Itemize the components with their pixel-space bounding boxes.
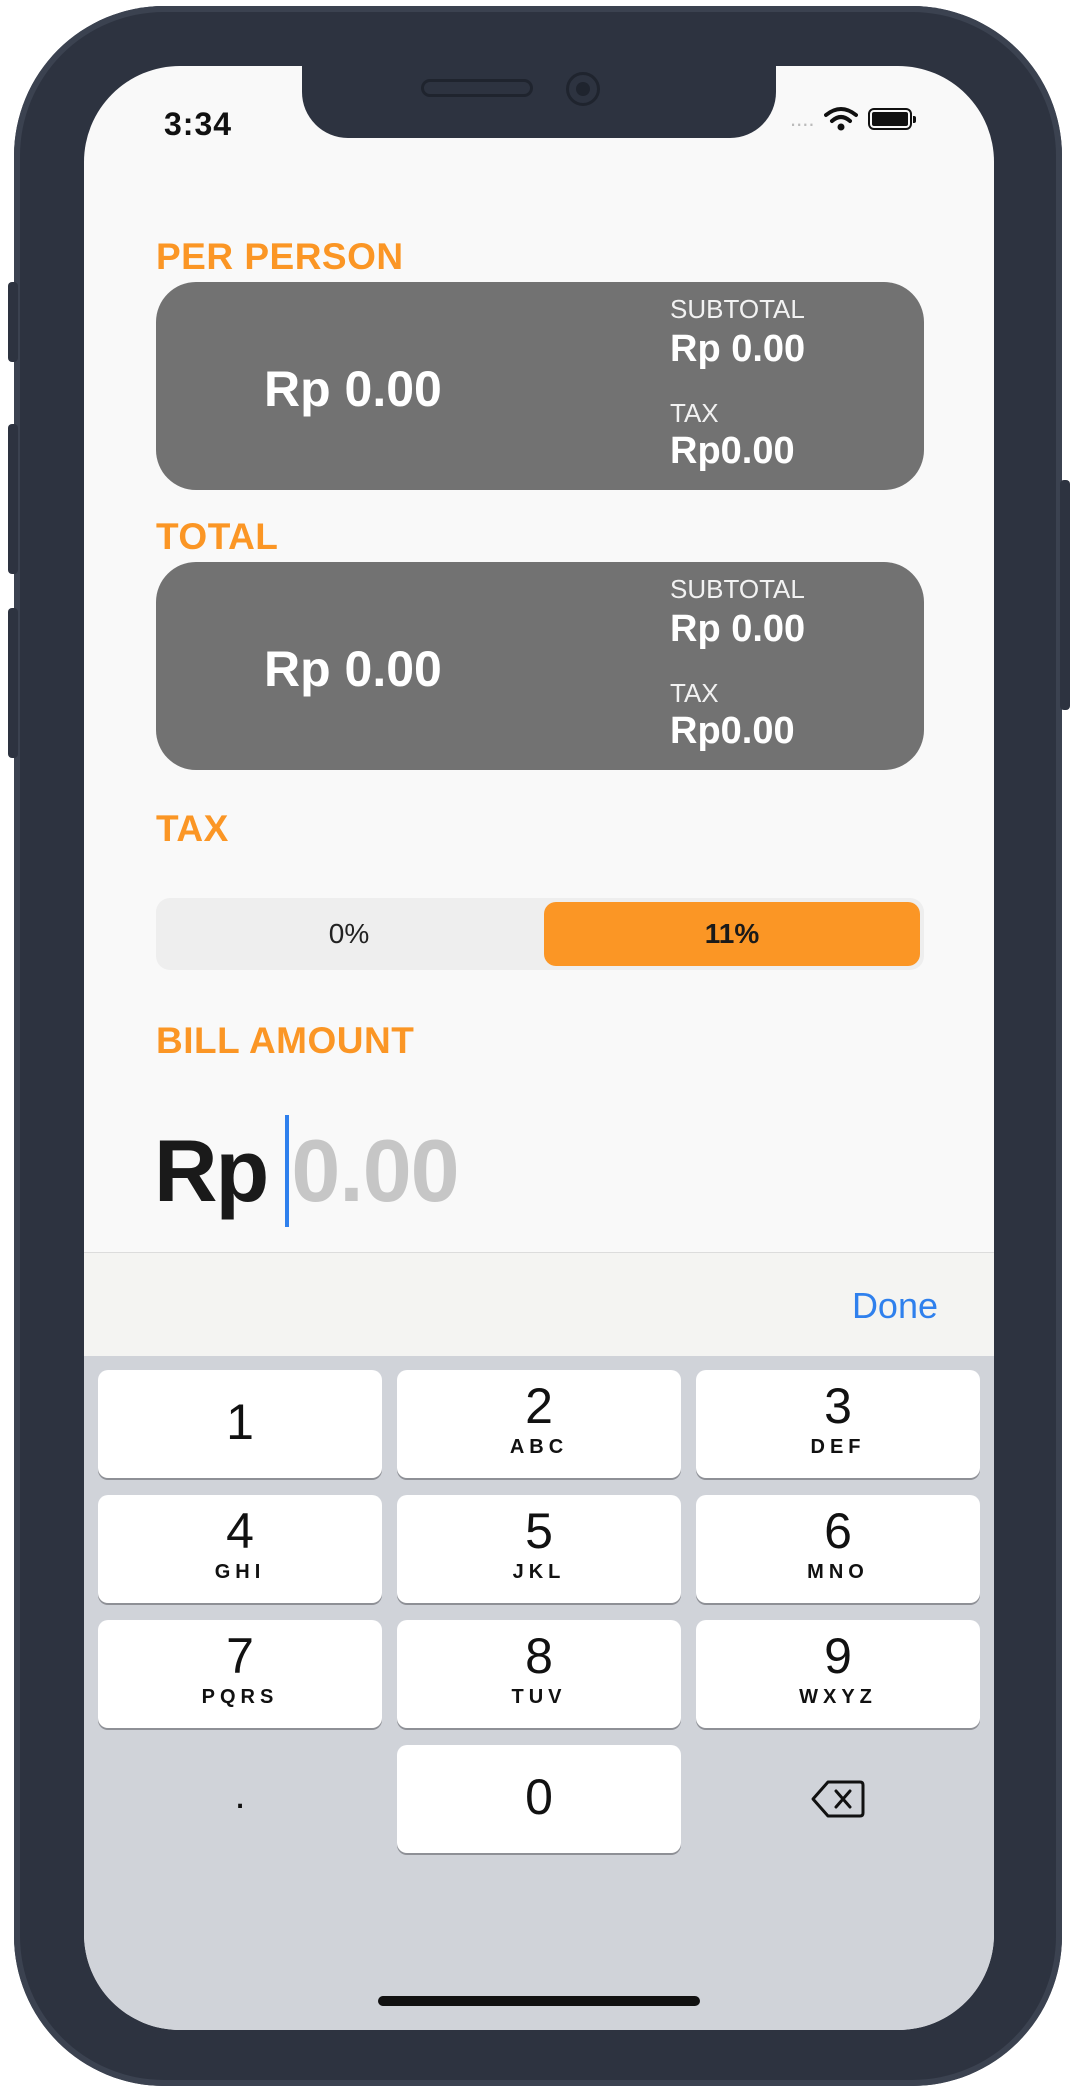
key-digit: 1 bbox=[226, 1394, 254, 1450]
key-0[interactable]: 0 bbox=[397, 1745, 681, 1853]
tax-option-0[interactable]: 0% bbox=[160, 902, 538, 966]
per-person-tax-label: TAX bbox=[670, 398, 719, 428]
per-person-subtotal-label: SUBTOTAL bbox=[670, 294, 805, 324]
bill-amount-input[interactable]: Rp 0.00 bbox=[154, 1115, 460, 1227]
per-person-tax-value: Rp0.00 bbox=[670, 430, 795, 472]
speaker-grille bbox=[421, 79, 533, 97]
total-subtotal-label: SUBTOTAL bbox=[670, 574, 805, 604]
key-7[interactable]: 7 PQRS bbox=[98, 1620, 382, 1728]
number-pad: 1 2 ABC 3 DEF 4 GHI 5 JKL 6 MNO 7 PQRS 8… bbox=[84, 1356, 994, 2030]
volume-down-button bbox=[8, 608, 18, 758]
total-tax-label: TAX bbox=[670, 678, 719, 708]
done-button[interactable]: Done bbox=[852, 1285, 938, 1327]
per-person-label: PER PERSON bbox=[156, 236, 404, 277]
signal-dots: .... bbox=[790, 106, 815, 131]
bill-currency: Rp bbox=[154, 1121, 269, 1220]
bill-amount-label: BILL AMOUNT bbox=[156, 1020, 415, 1061]
per-person-total: Rp 0.00 bbox=[264, 361, 442, 417]
text-cursor bbox=[285, 1115, 290, 1227]
delete-key[interactable] bbox=[696, 1745, 980, 1853]
key-letters: DEF bbox=[810, 1436, 866, 1458]
volume-up-button bbox=[8, 424, 18, 574]
tax-label: TAX bbox=[156, 808, 229, 849]
per-person-subtotal-value: Rp 0.00 bbox=[670, 328, 806, 370]
key-5[interactable]: 5 JKL bbox=[397, 1495, 681, 1603]
decimal-glyph: . bbox=[234, 1773, 246, 1817]
home-indicator[interactable] bbox=[378, 1996, 700, 2006]
key-4[interactable]: 4 GHI bbox=[98, 1495, 382, 1603]
key-letters: PQRS bbox=[201, 1686, 279, 1708]
key-6[interactable]: 6 MNO bbox=[696, 1495, 980, 1603]
key-digit: 6 bbox=[824, 1503, 852, 1559]
key-digit: 3 bbox=[824, 1378, 852, 1434]
key-1[interactable]: 1 bbox=[98, 1370, 382, 1478]
bill-amount-placeholder: 0.00 bbox=[291, 1121, 459, 1220]
key-digit: 7 bbox=[226, 1628, 254, 1684]
key-decimal[interactable]: . bbox=[98, 1745, 382, 1853]
total-card: Rp 0.00 SUBTOTAL Rp 0.00 TAX Rp0.00 bbox=[156, 562, 924, 770]
power-button bbox=[1060, 480, 1070, 710]
camera-icon bbox=[566, 72, 600, 106]
key-2[interactable]: 2 ABC bbox=[397, 1370, 681, 1478]
total-label: TOTAL bbox=[156, 516, 279, 557]
key-letters: JKL bbox=[512, 1561, 566, 1583]
key-9[interactable]: 9 WXYZ bbox=[696, 1620, 980, 1728]
status-indicators: .... bbox=[790, 106, 917, 132]
per-person-card: Rp 0.00 SUBTOTAL Rp 0.00 TAX Rp0.00 bbox=[156, 282, 924, 490]
key-8[interactable]: 8 TUV bbox=[397, 1620, 681, 1728]
total-tax-value: Rp0.00 bbox=[670, 710, 795, 752]
status-time: 3:34 bbox=[164, 106, 233, 142]
key-digit: 2 bbox=[525, 1378, 553, 1434]
key-3[interactable]: 3 DEF bbox=[696, 1370, 980, 1478]
wifi-icon bbox=[824, 107, 859, 131]
total-subtotal-value: Rp 0.00 bbox=[670, 608, 806, 650]
app-screen: 3:34 .... PER PERSON Rp 0.00 SUBTOTAL Rp… bbox=[84, 66, 994, 2030]
key-letters: WXYZ bbox=[799, 1686, 877, 1708]
tax-option-11[interactable]: 11% bbox=[544, 902, 920, 966]
tax-segmented-control: 0% 11% bbox=[156, 898, 924, 970]
key-digit: 5 bbox=[525, 1503, 553, 1559]
key-letters: GHI bbox=[214, 1561, 266, 1583]
key-digit: 8 bbox=[525, 1628, 553, 1684]
total-amount: Rp 0.00 bbox=[264, 641, 442, 697]
key-letters: ABC bbox=[509, 1436, 569, 1458]
silent-switch bbox=[8, 282, 18, 362]
keyboard-toolbar: Done bbox=[84, 1252, 994, 1357]
battery-icon bbox=[868, 108, 917, 130]
key-digit: 0 bbox=[525, 1769, 553, 1825]
key-digit: 9 bbox=[824, 1628, 852, 1684]
notch bbox=[302, 66, 776, 138]
key-letters: TUV bbox=[511, 1686, 567, 1708]
key-digit: 4 bbox=[226, 1503, 254, 1559]
key-letters: MNO bbox=[807, 1561, 869, 1583]
backspace-icon bbox=[811, 1780, 865, 1818]
